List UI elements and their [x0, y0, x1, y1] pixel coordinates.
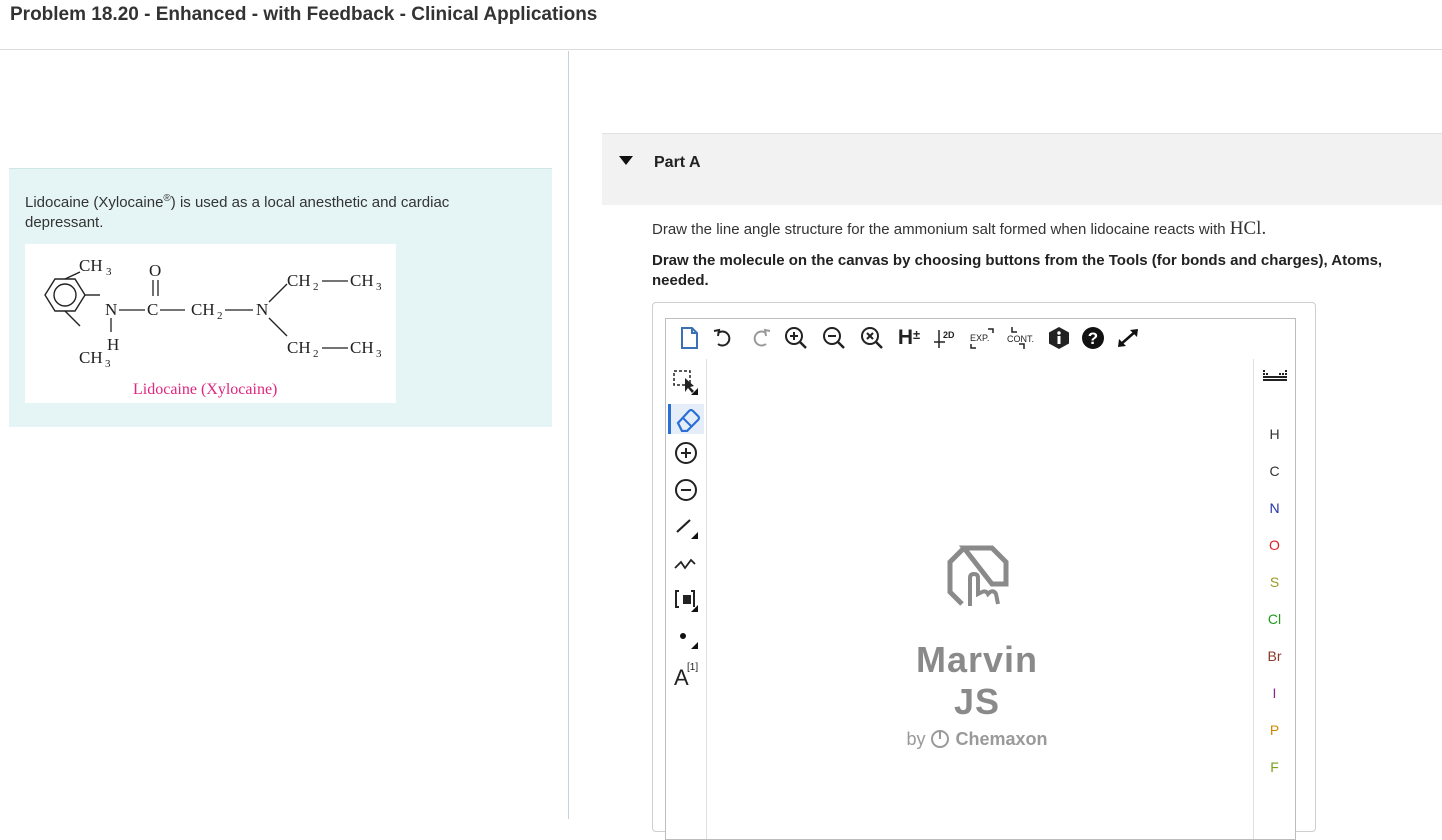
amine-n-label: N: [256, 300, 268, 319]
zoom-out-icon[interactable]: [820, 325, 848, 351]
contract-label: CONT.: [1007, 334, 1034, 344]
atoms-toolbar: H C N O S Cl Br I P F: [1254, 359, 1295, 839]
zoom-reset-icon[interactable]: [858, 325, 886, 351]
marvin-logo-icon: [947, 545, 1009, 606]
ch3-bottom-sub: 3: [105, 358, 111, 370]
column-divider: [568, 51, 569, 819]
instruction-line-1: Draw the molecule on the canvas by choos…: [652, 252, 1383, 269]
atom-button-c[interactable]: C: [1254, 463, 1295, 479]
atom-button-n[interactable]: N: [1254, 500, 1295, 516]
atom-button-br[interactable]: Br: [1254, 648, 1295, 664]
page-title: Problem 18.20 - Enhanced - with Feedback…: [10, 4, 598, 25]
atom-button-s[interactable]: S: [1254, 574, 1295, 590]
intro-text-part1: Lidocaine (Xylocaine: [25, 194, 164, 211]
marvin-editor: H ± 2D EXP. CONT. ? A [1] Marvin JS by C…: [652, 302, 1316, 840]
reagent-hcl: HCl.: [1229, 218, 1267, 239]
new-document-icon[interactable]: [676, 325, 702, 351]
instruction-text: Draw the molecule on the canvas by choos…: [652, 251, 1382, 291]
carbonyl-c-label: C: [147, 300, 158, 319]
eraser-tool-icon[interactable]: [668, 404, 704, 434]
left-toolbar: A [1]: [666, 359, 706, 839]
amide-h-label: H: [107, 335, 119, 354]
electron-dot-tool-icon[interactable]: [668, 621, 704, 651]
drawing-canvas[interactable]: Marvin JS by Chemaxon: [706, 359, 1254, 839]
expand-button[interactable]: EXP.: [968, 325, 998, 351]
lidocaine-structure-image: CH 3 O N C CH 2 N CH 2 CH 3 CH 2 CH 3 H …: [25, 244, 396, 403]
ch2-label: CH: [191, 300, 215, 319]
redo-icon[interactable]: [748, 325, 774, 351]
chemaxon-credit: by Chemaxon: [892, 729, 1062, 750]
ethyl-top-sub2: 2: [313, 281, 319, 293]
part-a-title: Part A: [654, 154, 701, 171]
chemaxon-power-icon: [931, 730, 950, 748]
hydrogen-plusminus: ±: [913, 326, 921, 342]
marvin-title: Marvin JS: [915, 639, 1039, 722]
part-a-header[interactable]: Part A: [602, 133, 1442, 205]
undo-icon[interactable]: [710, 325, 736, 351]
intro-text: Lidocaine (Xylocaine®) is used as a loca…: [25, 189, 525, 233]
collapse-caret-icon[interactable]: [619, 156, 633, 165]
question-body: Draw the line angle structure for the am…: [652, 221, 1230, 238]
benzene-ring: [44, 271, 100, 327]
info-icon[interactable]: [1046, 325, 1072, 351]
zoom-in-icon[interactable]: [782, 325, 810, 351]
ch3-top-sub: 3: [106, 266, 112, 278]
positive-charge-icon[interactable]: [668, 438, 704, 468]
fullscreen-icon[interactable]: [1114, 325, 1142, 351]
single-bond-tool-icon[interactable]: [668, 511, 704, 541]
page-header: Problem 18.20 - Enhanced - with Feedback…: [0, 0, 1442, 50]
ethyl-bot-sub2: 2: [313, 348, 319, 360]
hydrogen-label: H: [897, 326, 914, 349]
question-text: Draw the line angle structure for the am…: [652, 218, 1266, 240]
hydrogen-toggle-button[interactable]: H ±: [894, 325, 924, 351]
atom-button-h[interactable]: H: [1254, 426, 1295, 442]
clean-2d-button[interactable]: 2D: [932, 325, 960, 351]
atom-button-o[interactable]: O: [1254, 537, 1295, 553]
credit-by: by: [906, 729, 926, 749]
oxygen-label: O: [149, 261, 161, 280]
contract-button[interactable]: CONT.: [1004, 325, 1036, 351]
top-toolbar: H ± 2D EXP. CONT. ?: [666, 319, 1295, 359]
ch3-bottom-label: CH: [79, 348, 103, 367]
ethyl-bot-ch2: CH: [287, 338, 311, 357]
ch2-sub: 2: [217, 310, 223, 322]
atom-button-cl[interactable]: Cl: [1254, 611, 1295, 627]
clean-2d-label: 2D: [943, 330, 955, 340]
ethyl-top-ch2: CH: [287, 271, 311, 290]
structure-caption: Lidocaine (Xylocaine): [133, 381, 277, 398]
atom-map-index-label: [1]: [687, 662, 698, 673]
registered-mark: ®: [163, 193, 171, 204]
ethyl-bot-sub3: 3: [376, 348, 382, 360]
marvin-watermark: Marvin JS by Chemaxon: [892, 544, 1062, 750]
selection-tool-icon[interactable]: [668, 367, 704, 397]
atom-button-p[interactable]: P: [1254, 722, 1295, 738]
instruction-line-2: needed.: [652, 272, 709, 289]
ch3-top-label: CH: [79, 256, 103, 275]
ethyl-top-sub3: 3: [376, 281, 382, 293]
atom-button-f[interactable]: F: [1254, 759, 1295, 775]
negative-charge-icon[interactable]: [668, 475, 704, 505]
expand-label: EXP.: [970, 333, 989, 343]
svg-text:?: ?: [1088, 329, 1098, 348]
ethyl-bot-ch3: CH: [350, 338, 374, 357]
atom-map-tool[interactable]: A [1]: [668, 654, 704, 690]
intro-panel: Lidocaine (Xylocaine®) is used as a loca…: [9, 168, 552, 427]
ethyl-top-ch3: CH: [350, 271, 374, 290]
periodic-table-icon[interactable]: [1254, 369, 1295, 386]
chain-tool-icon[interactable]: [668, 546, 704, 576]
help-icon[interactable]: ?: [1080, 325, 1106, 351]
amide-n-label: N: [105, 300, 117, 319]
editor-frame: H ± 2D EXP. CONT. ? A [1] Marvin JS by C…: [665, 318, 1296, 840]
credit-brand: Chemaxon: [955, 729, 1048, 749]
sgroup-bracket-tool-icon[interactable]: [668, 584, 704, 614]
atom-button-i[interactable]: I: [1254, 685, 1295, 701]
